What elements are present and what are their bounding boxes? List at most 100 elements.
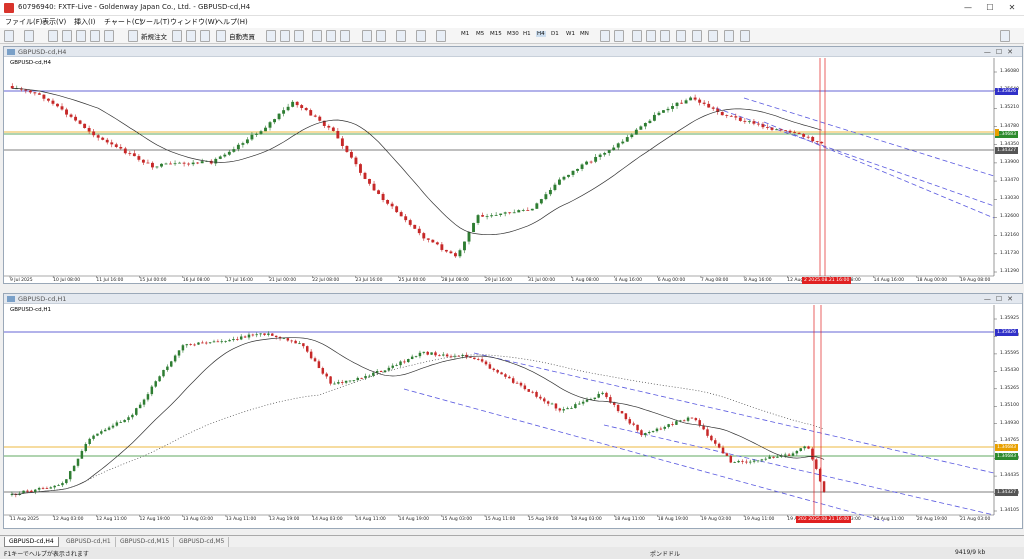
horizontal-line-icon[interactable] bbox=[646, 30, 656, 42]
tf-m30[interactable]: M30 bbox=[507, 31, 519, 37]
trendline-icon[interactable] bbox=[660, 30, 670, 42]
tab-gbpusd-h4[interactable]: GBPUSD-cd,H4 bbox=[4, 537, 59, 547]
h4-chart-canvas[interactable] bbox=[4, 58, 1022, 284]
menu-file[interactable]: ファイル(F) bbox=[5, 17, 43, 27]
time-tick-label: 19 Aug 03:00 bbox=[700, 517, 732, 522]
menu-insert[interactable]: 挿入(I) bbox=[74, 17, 96, 27]
auto-trading-icon[interactable] bbox=[216, 30, 226, 42]
grid-icon[interactable] bbox=[362, 30, 372, 42]
tf-m15[interactable]: M15 bbox=[490, 31, 502, 37]
candle-body bbox=[368, 375, 371, 377]
autoscroll-icon[interactable] bbox=[200, 30, 210, 42]
chart-window-buttons[interactable]: —☐✕ bbox=[984, 295, 1018, 303]
periodicity-icon[interactable] bbox=[416, 30, 426, 42]
tf-h1[interactable]: H1 bbox=[523, 31, 531, 37]
tile-windows-icon[interactable] bbox=[340, 30, 350, 42]
market-watch-icon[interactable] bbox=[48, 30, 58, 42]
new-order-button[interactable]: 新規注文 bbox=[141, 31, 167, 41]
tab-gbpusd-m5[interactable]: GBPUSD-cd,M5 bbox=[175, 537, 230, 547]
candle-body bbox=[309, 110, 313, 116]
candle-body bbox=[390, 203, 394, 207]
candle-body bbox=[741, 460, 744, 462]
time-tick-label: 10 Jul 08:00 bbox=[53, 278, 81, 283]
vertical-line-icon[interactable] bbox=[632, 30, 642, 42]
candlestick-icon[interactable] bbox=[280, 30, 290, 42]
arrows-icon[interactable] bbox=[740, 30, 750, 42]
tf-w1[interactable]: W1 bbox=[566, 31, 575, 37]
maximize-button[interactable]: ☐ bbox=[982, 2, 998, 14]
candle-body bbox=[83, 123, 87, 129]
candle-body bbox=[458, 250, 462, 257]
data-window-icon[interactable] bbox=[62, 30, 72, 42]
candle-body bbox=[282, 110, 286, 114]
chart-window-h1[interactable]: GBPUSD-cd,H1 —☐✕ GBPUSD-cd,H1 1.35925 1.3… bbox=[3, 293, 1023, 529]
candle-body bbox=[571, 170, 575, 175]
line-chart-icon[interactable] bbox=[294, 30, 304, 42]
tester-icon[interactable] bbox=[104, 30, 114, 42]
candle-body bbox=[42, 94, 46, 99]
candle-body bbox=[752, 460, 756, 462]
menu-help[interactable]: ヘルプ(H) bbox=[216, 17, 248, 27]
terminal-icon[interactable] bbox=[90, 30, 100, 42]
cursor-icon[interactable] bbox=[600, 30, 610, 42]
tf-mn[interactable]: MN bbox=[580, 31, 589, 37]
candle-body bbox=[632, 423, 635, 425]
menu-chart[interactable]: チャート(C) bbox=[104, 17, 142, 27]
candle-body bbox=[208, 342, 212, 344]
candle-body bbox=[567, 174, 570, 177]
candle-body bbox=[576, 168, 579, 171]
candle-body bbox=[682, 420, 686, 422]
chart-window-buttons[interactable]: —☐✕ bbox=[984, 48, 1018, 56]
zoom-out-icon[interactable] bbox=[326, 30, 336, 42]
time-tick-label: 6 Aug 00:00 bbox=[657, 278, 686, 283]
chart-shift-icon[interactable] bbox=[186, 30, 196, 42]
close-button[interactable]: ✕ bbox=[1004, 2, 1020, 14]
profiles-icon[interactable] bbox=[24, 30, 34, 42]
candle-body bbox=[313, 358, 317, 362]
h4-symbol-label: GBPUSD-cd,H4 bbox=[10, 60, 51, 66]
tf-m1[interactable]: M1 bbox=[461, 31, 469, 37]
candle-body bbox=[372, 183, 376, 191]
zoom-in-icon[interactable] bbox=[312, 30, 322, 42]
minimize-button[interactable]: — bbox=[960, 2, 976, 14]
candle-body bbox=[523, 385, 527, 390]
h1-long-moving-average bbox=[11, 354, 825, 495]
bar-chart-icon[interactable] bbox=[266, 30, 276, 42]
menu-view[interactable]: 表示(V) bbox=[42, 17, 66, 27]
candle-body bbox=[51, 100, 55, 104]
crosshair-icon[interactable] bbox=[614, 30, 624, 42]
fibonacci-icon[interactable] bbox=[692, 30, 702, 42]
candle-body bbox=[484, 361, 488, 365]
candle-body bbox=[162, 369, 165, 377]
templates-icon[interactable] bbox=[436, 30, 446, 42]
menu-window[interactable]: ウィンドウ(W) bbox=[170, 17, 217, 27]
new-chart-icon[interactable] bbox=[4, 30, 14, 42]
candle-body bbox=[675, 102, 679, 107]
tf-h4[interactable]: H4 bbox=[536, 31, 546, 37]
price-tick-label: 1.34765 bbox=[1000, 438, 1019, 444]
auto-trading-button[interactable]: 自動売買 bbox=[229, 31, 255, 41]
h1-chart-canvas[interactable] bbox=[4, 305, 1022, 529]
indicators-icon[interactable] bbox=[396, 30, 406, 42]
chart-window-h4[interactable]: GBPUSD-cd,H4 —☐✕ GBPUSD-cd,H4 1.36080 1.3… bbox=[3, 46, 1023, 284]
channel-icon[interactable] bbox=[676, 30, 686, 42]
period-separator-icon[interactable] bbox=[376, 30, 386, 42]
label-icon[interactable] bbox=[724, 30, 734, 42]
metaeditor-icon[interactable] bbox=[172, 30, 182, 42]
menu-tools[interactable]: ツール(T) bbox=[139, 17, 170, 27]
time-tick-label: 7 Aug 08:00 bbox=[700, 278, 729, 283]
tf-d1[interactable]: D1 bbox=[551, 31, 559, 37]
text-icon[interactable] bbox=[708, 30, 718, 42]
tab-gbpusd-h1[interactable]: GBPUSD-cd,H1 bbox=[62, 537, 116, 547]
search-icon[interactable] bbox=[1000, 30, 1010, 42]
candle-body bbox=[28, 90, 32, 93]
candle-body bbox=[344, 380, 348, 383]
candle-body bbox=[710, 435, 713, 441]
candle-body bbox=[123, 148, 127, 154]
candle-body bbox=[657, 112, 661, 115]
tf-m5[interactable]: M5 bbox=[476, 31, 484, 37]
tab-gbpusd-m15[interactable]: GBPUSD-cd,M15 bbox=[116, 537, 175, 547]
new-order-icon[interactable] bbox=[128, 30, 138, 42]
candle-body bbox=[752, 121, 756, 124]
navigator-icon[interactable] bbox=[76, 30, 86, 42]
